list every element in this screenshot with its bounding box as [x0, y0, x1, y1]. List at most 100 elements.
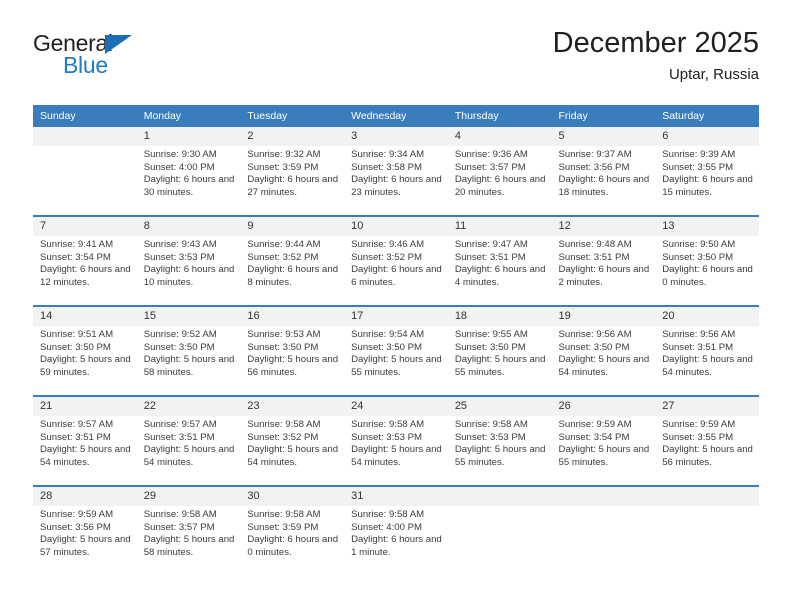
day-cell-details: Sunrise: 9:36 AM Sunset: 3:57 PM Daylight:… [448, 146, 552, 215]
day-cell-details: Sunrise: 9:58 AM Sunset: 3:57 PM Daylight:… [137, 506, 241, 575]
calendar-day-cell[interactable]: 9 Sunrise: 9:44 AM Sunset: 3:52 PM Daylight… [240, 217, 345, 305]
sunrise-text: Sunrise: 9:36 AM [454, 149, 528, 160]
day-cell-details: Sunrise: 9:57 AM Sunset: 3:51 PM Daylight:… [137, 416, 241, 485]
sunset-text: Sunset: 3:54 PM [40, 251, 111, 263]
day-cell-details: Sunrise: 9:30 AM Sunset: 4:00 PM Daylight:… [137, 146, 241, 215]
day-cell-details [33, 146, 137, 215]
calendar-day-cell[interactable]: 25 Sunrise: 9:58 AM Sunset: 3:53 PM Dayligh… [447, 397, 552, 485]
sunrise-text: Sunrise: 9:43 AM [143, 239, 217, 250]
day-number: 12 [551, 217, 656, 236]
sunrise-text: Sunrise: 9:58 AM [143, 509, 217, 520]
day-cell-inner: 9 Sunrise: 9:44 AM Sunset: 3:52 PM Daylight… [240, 217, 345, 305]
calendar-day-cell[interactable]: 23 Sunrise: 9:58 AM Sunset: 3:52 PM Dayligh… [240, 397, 345, 485]
day-cell-details: Sunrise: 9:57 AM Sunset: 3:51 PM Daylight:… [33, 416, 137, 485]
day-cell-details: Sunrise: 9:55 AM Sunset: 3:50 PM Daylight:… [448, 326, 552, 395]
calendar-head: Sunday Monday Tuesday Wednesday Thursday… [33, 105, 759, 127]
daylight-text: Daylight: 5 hours and 55 minutes. [454, 354, 546, 378]
calendar-day-cell[interactable]: 1 Sunrise: 9:30 AM Sunset: 4:00 PM Daylight… [136, 127, 241, 215]
day-number: 14 [33, 307, 137, 326]
daylight-text: Daylight: 6 hours and 20 minutes. [454, 174, 546, 198]
sunrise-text: Sunrise: 9:58 AM [351, 509, 425, 520]
calendar-day-cell[interactable]: 21 Sunrise: 9:57 AM Sunset: 3:51 PM Dayligh… [33, 397, 137, 485]
daylight-text: Daylight: 5 hours and 58 minutes. [143, 534, 235, 558]
day-number: 13 [655, 217, 759, 236]
calendar-day-cell[interactable]: 10 Sunrise: 9:46 AM Sunset: 3:52 PM Dayligh… [344, 217, 448, 305]
day-cell-inner: 8 Sunrise: 9:43 AM Sunset: 3:53 PM Daylight… [136, 217, 241, 305]
calendar-day-cell[interactable]: 26 Sunrise: 9:59 AM Sunset: 3:54 PM Dayligh… [551, 397, 656, 485]
calendar-day-cell[interactable]: 7 Sunrise: 9:41 AM Sunset: 3:54 PM Daylight… [33, 217, 137, 305]
daylight-text: Daylight: 5 hours and 56 minutes. [662, 444, 753, 468]
daylight-text: Daylight: 5 hours and 54 minutes. [40, 444, 131, 468]
calendar-day-cell[interactable]: 18 Sunrise: 9:55 AM Sunset: 3:50 PM Dayligh… [447, 307, 552, 395]
calendar-day-cell[interactable]: 31 Sunrise: 9:58 AM Sunset: 4:00 PM Dayligh… [344, 487, 448, 575]
calendar-day-cell[interactable]: 20 Sunrise: 9:56 AM Sunset: 3:51 PM Dayligh… [655, 307, 759, 395]
day-number: 15 [136, 307, 241, 326]
sunset-text: Sunset: 3:50 PM [454, 341, 526, 353]
daylight-text: Daylight: 6 hours and 2 minutes. [558, 264, 650, 288]
sunset-text: Sunset: 4:00 PM [351, 521, 423, 533]
day-cell-details: Sunrise: 9:34 AM Sunset: 3:58 PM Daylight:… [344, 146, 448, 215]
weekday-header-sunday: Sunday [33, 105, 137, 127]
calendar-day-cell[interactable]: 4 Sunrise: 9:36 AM Sunset: 3:57 PM Daylight… [447, 127, 552, 215]
day-cell-details: Sunrise: 9:59 AM Sunset: 3:55 PM Daylight:… [655, 416, 759, 485]
weekday-header-thursday: Thursday [447, 105, 552, 127]
day-number: 28 [33, 487, 137, 506]
sunset-text: Sunset: 3:52 PM [351, 251, 423, 263]
calendar-day-cell[interactable]: 24 Sunrise: 9:58 AM Sunset: 3:53 PM Dayligh… [344, 397, 448, 485]
day-number: 9 [240, 217, 345, 236]
calendar-week-row: 7 Sunrise: 9:41 AM Sunset: 3:54 PM Daylight… [33, 217, 759, 305]
weekday-header-tuesday: Tuesday [240, 105, 345, 127]
daylight-text: Daylight: 5 hours and 55 minutes. [454, 444, 546, 468]
calendar-day-cell[interactable]: 16 Sunrise: 9:53 AM Sunset: 3:50 PM Dayligh… [240, 307, 345, 395]
calendar-day-cell[interactable]: 12 Sunrise: 9:48 AM Sunset: 3:51 PM Dayligh… [551, 217, 656, 305]
sunset-text: Sunset: 3:50 PM [40, 341, 111, 353]
sunset-text: Sunset: 3:51 PM [143, 431, 215, 443]
calendar-day-cell[interactable]: 22 Sunrise: 9:57 AM Sunset: 3:51 PM Dayligh… [136, 397, 241, 485]
calendar-day-cell[interactable]: 29 Sunrise: 9:58 AM Sunset: 3:57 PM Dayligh… [136, 487, 241, 575]
day-cell-inner: 13 Sunrise: 9:50 AM Sunset: 3:50 PM Dayligh… [655, 217, 759, 305]
day-cell-details: Sunrise: 9:47 AM Sunset: 3:51 PM Daylight:… [448, 236, 552, 305]
day-number: 29 [136, 487, 241, 506]
daylight-text: Daylight: 6 hours and 0 minutes. [662, 264, 753, 288]
sunset-text: Sunset: 3:56 PM [40, 521, 111, 533]
daylight-text: Daylight: 5 hours and 59 minutes. [40, 354, 131, 378]
sunrise-text: Sunrise: 9:58 AM [247, 419, 321, 430]
sunrise-text: Sunrise: 9:55 AM [454, 329, 528, 340]
day-number: 10 [344, 217, 448, 236]
weekday-header-monday: Monday [136, 105, 241, 127]
calendar-page: General Blue December 2025 Uptar, Russia… [0, 0, 792, 612]
sunset-text: Sunset: 4:00 PM [143, 161, 215, 173]
calendar-day-cell[interactable]: 3 Sunrise: 9:34 AM Sunset: 3:58 PM Daylight… [344, 127, 448, 215]
generalblue-logo[interactable]: General Blue [33, 30, 153, 82]
calendar-day-cell[interactable]: 30 Sunrise: 9:58 AM Sunset: 3:59 PM Dayligh… [240, 487, 345, 575]
calendar-day-cell[interactable]: 5 Sunrise: 9:37 AM Sunset: 3:56 PM Daylight… [551, 127, 656, 215]
calendar-day-cell[interactable]: 19 Sunrise: 9:56 AM Sunset: 3:50 PM Dayligh… [551, 307, 656, 395]
day-number: 23 [240, 397, 345, 416]
calendar-day-cell[interactable]: 17 Sunrise: 9:54 AM Sunset: 3:50 PM Dayligh… [344, 307, 448, 395]
day-cell-inner: 22 Sunrise: 9:57 AM Sunset: 3:51 PM Dayligh… [136, 397, 241, 485]
calendar-day-cell[interactable]: 11 Sunrise: 9:47 AM Sunset: 3:51 PM Dayligh… [447, 217, 552, 305]
day-cell-inner: 26 Sunrise: 9:59 AM Sunset: 3:54 PM Dayligh… [551, 397, 656, 485]
calendar-day-cell[interactable]: 27 Sunrise: 9:59 AM Sunset: 3:55 PM Dayligh… [655, 397, 759, 485]
daylight-text: Daylight: 6 hours and 0 minutes. [247, 534, 339, 558]
sunset-text: Sunset: 3:52 PM [247, 431, 319, 443]
title-block: December 2025 Uptar, Russia [553, 26, 759, 85]
calendar-day-cell[interactable]: 15 Sunrise: 9:52 AM Sunset: 3:50 PM Dayligh… [136, 307, 241, 395]
calendar-day-cell[interactable]: 8 Sunrise: 9:43 AM Sunset: 3:53 PM Daylight… [136, 217, 241, 305]
calendar-day-cell[interactable]: 2 Sunrise: 9:32 AM Sunset: 3:59 PM Daylight… [240, 127, 345, 215]
location-subtitle: Uptar, Russia [668, 66, 759, 83]
sunrise-text: Sunrise: 9:34 AM [351, 149, 425, 160]
day-cell-inner: 2 Sunrise: 9:32 AM Sunset: 3:59 PM Daylight… [240, 127, 345, 215]
day-cell-inner: 5 Sunrise: 9:37 AM Sunset: 3:56 PM Daylight… [551, 127, 656, 215]
day-cell-details [655, 506, 759, 575]
day-cell-inner: 24 Sunrise: 9:58 AM Sunset: 3:53 PM Dayligh… [344, 397, 448, 485]
calendar-day-cell[interactable]: 6 Sunrise: 9:39 AM Sunset: 3:55 PM Daylight… [655, 127, 759, 215]
weekday-header-row: Sunday Monday Tuesday Wednesday Thursday… [33, 105, 759, 127]
calendar-day-cell[interactable]: 13 Sunrise: 9:50 AM Sunset: 3:50 PM Dayligh… [655, 217, 759, 305]
day-cell-inner: 16 Sunrise: 9:53 AM Sunset: 3:50 PM Dayligh… [240, 307, 345, 395]
calendar-day-cell[interactable]: 14 Sunrise: 9:51 AM Sunset: 3:50 PM Dayligh… [33, 307, 137, 395]
daylight-text: Daylight: 5 hours and 56 minutes. [247, 354, 339, 378]
calendar-day-cell[interactable]: 28 Sunrise: 9:59 AM Sunset: 3:56 PM Dayligh… [33, 487, 137, 575]
sunset-text: Sunset: 3:53 PM [143, 251, 215, 263]
calendar-week-row: 21 Sunrise: 9:57 AM Sunset: 3:51 PM Dayligh… [33, 397, 759, 485]
